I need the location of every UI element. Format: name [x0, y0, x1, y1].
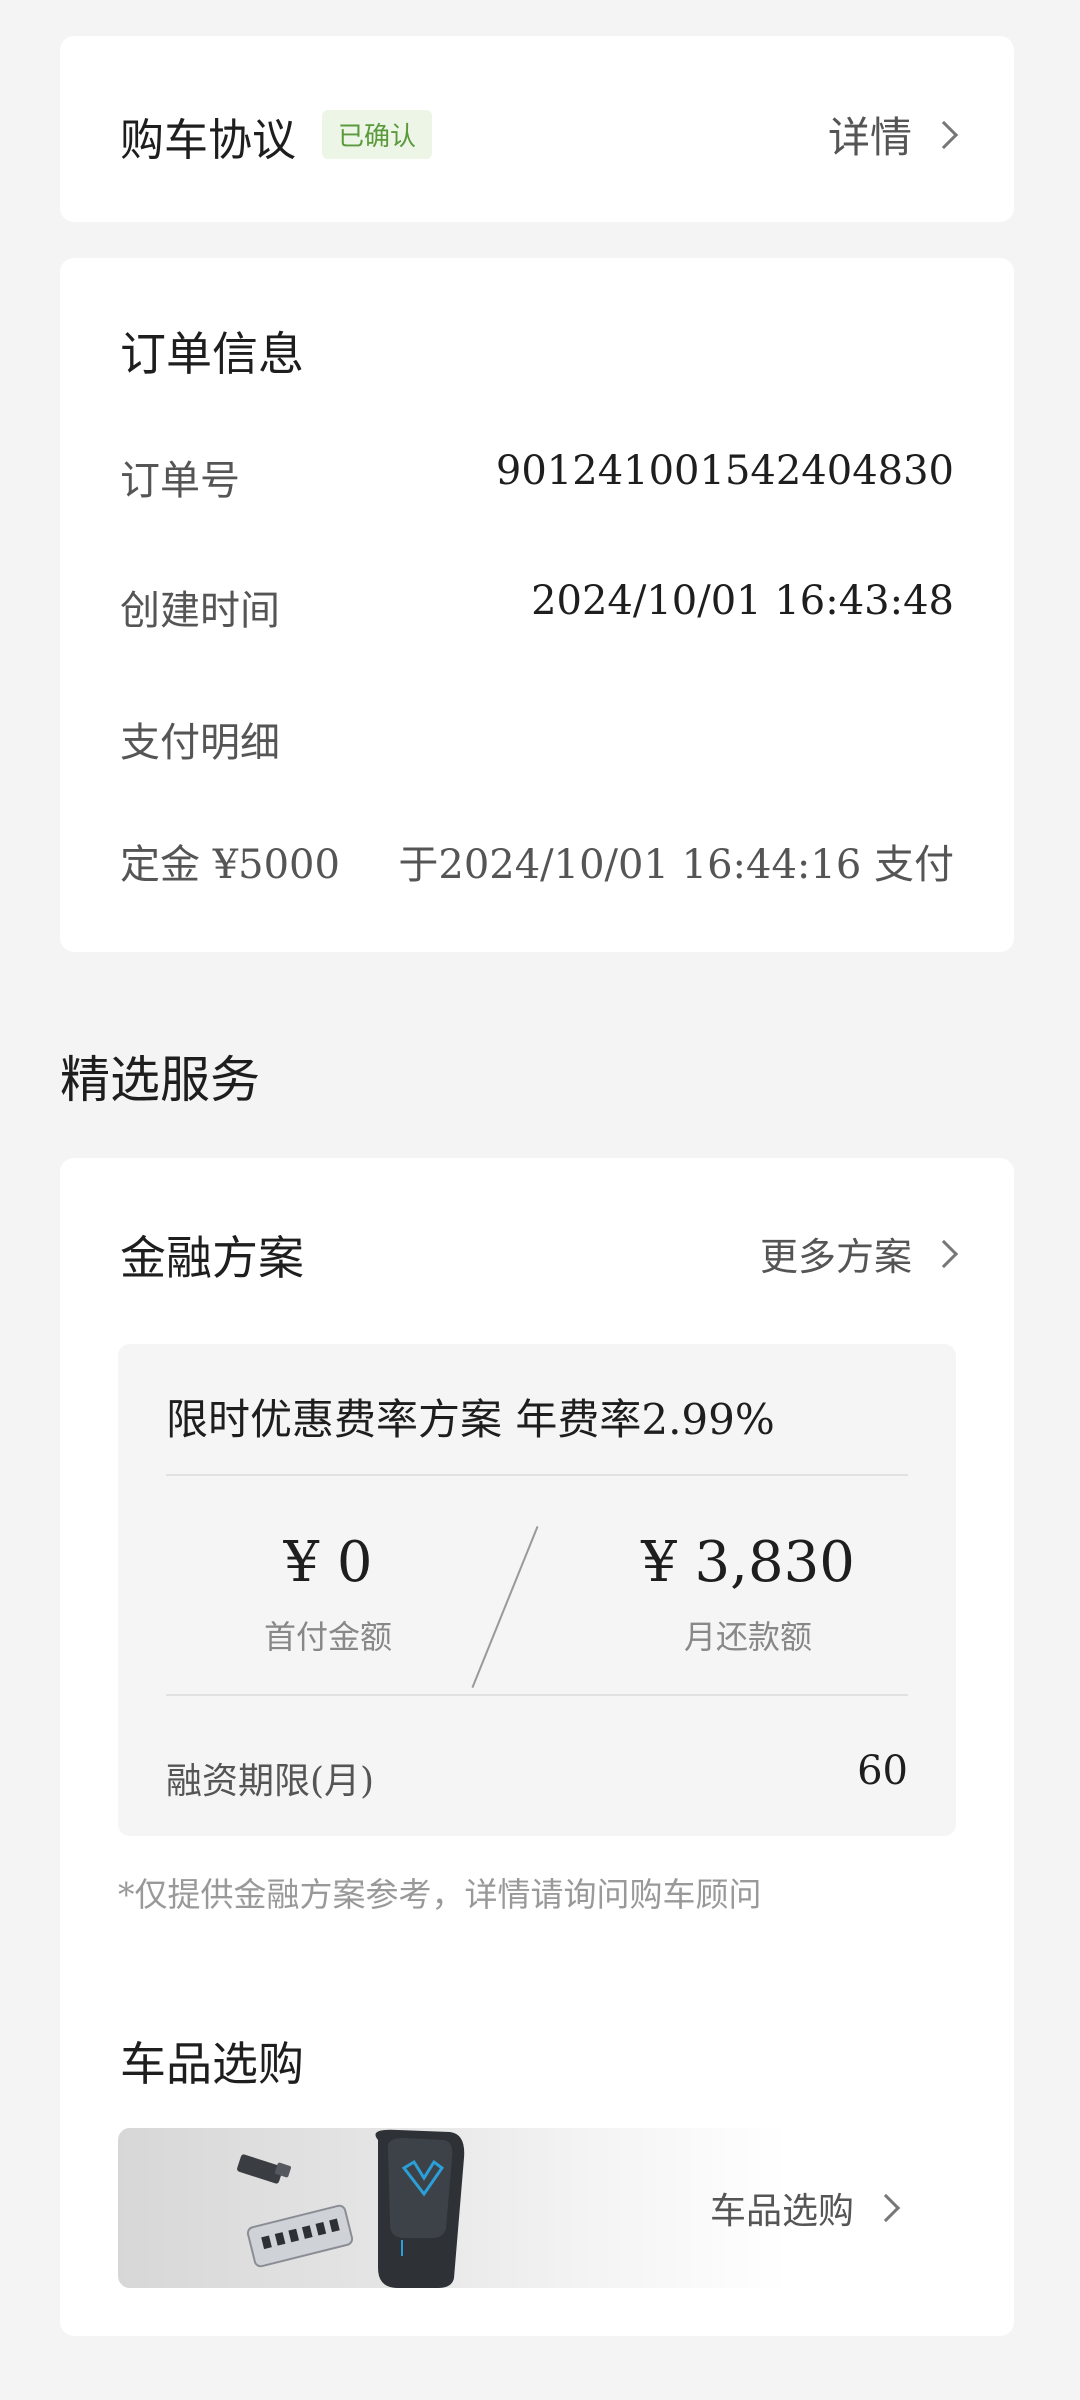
divider	[166, 1694, 908, 1696]
payment-detail-label: 支付明细	[120, 720, 280, 766]
monthly-payment-amount: ¥ 3,830	[641, 1530, 855, 1595]
divider	[166, 1474, 908, 1476]
down-payment-amount: ¥ 0	[283, 1530, 373, 1595]
finance-term-value: 60	[857, 1748, 908, 1794]
more-plans-label: 更多方案	[759, 1235, 912, 1279]
order-info-card: 订单信息 订单号 901241001542404830 创建时间 2024/10…	[60, 258, 1014, 952]
agreement-card[interactable]: 购车协议 已确认 详情	[60, 36, 1014, 222]
chevron-right-icon	[871, 2193, 901, 2223]
finance-term-label: 融资期限(月)	[166, 1761, 375, 1802]
monthly-payment-label: 月还款额	[683, 1618, 812, 1656]
agreement-detail-link[interactable]: 详情	[827, 104, 959, 165]
order-info-title: 订单信息	[120, 327, 304, 381]
deposit-label: 定金 ¥5000	[120, 842, 340, 888]
order-no-value: 901241001542404830	[495, 448, 954, 494]
more-plans-link[interactable]: 更多方案	[759, 1226, 959, 1281]
services-section-title: 精选服务	[60, 1051, 260, 1109]
finance-plan-card[interactable]: 限时优惠费率方案 年费率2.99% ¥ 0 首付金额 ¥ 3,830 月还款额 …	[118, 1344, 956, 1836]
chevron-right-icon	[929, 120, 959, 149]
order-no-label: 订单号	[120, 458, 240, 504]
agreement-title: 购车协议	[120, 115, 296, 166]
charger-product-image	[237, 2129, 465, 2288]
services-card: 金融方案 更多方案 限时优惠费率方案 年费率2.99% ¥ 0 首付金额 ¥ 3…	[60, 1158, 1014, 2336]
divider-slash	[471, 1525, 539, 1689]
confirmed-badge: 已确认	[322, 110, 433, 159]
shop-title: 车品选购	[120, 2037, 304, 2091]
shop-link[interactable]: 车品选购	[709, 2182, 901, 2234]
created-time-value: 2024/10/01 16:43:48	[531, 578, 954, 624]
finance-disclaimer: *仅提供金融方案参考，详情请询问购车顾问	[118, 1875, 762, 1914]
chevron-right-icon	[929, 1239, 959, 1268]
deposit-paid-time: 于2024/10/01 16:44:16 支付	[398, 842, 954, 888]
plan-name: 限时优惠费率方案 年费率2.99%	[166, 1395, 775, 1444]
created-time-label: 创建时间	[120, 588, 280, 634]
detail-label: 详情	[827, 113, 912, 162]
down-payment-label: 首付金额	[263, 1618, 392, 1656]
finance-title: 金融方案	[120, 1231, 304, 1285]
shop-banner[interactable]: 车品选购	[118, 2128, 956, 2288]
shop-link-label: 车品选购	[709, 2191, 854, 2232]
